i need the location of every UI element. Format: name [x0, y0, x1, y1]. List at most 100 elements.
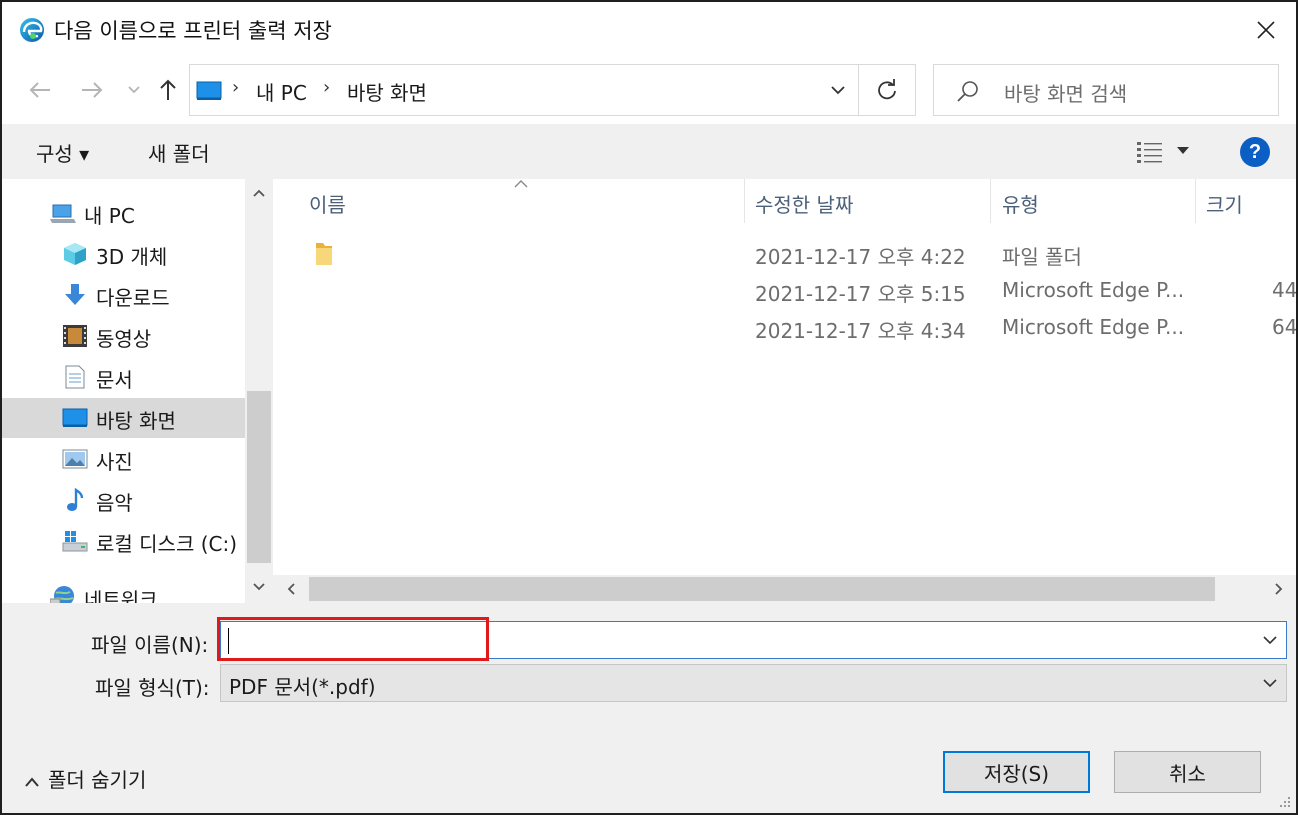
- nav-label: 3D 개체: [96, 245, 168, 269]
- help-icon[interactable]: ?: [1240, 137, 1270, 167]
- scroll-left-button[interactable]: [277, 575, 305, 603]
- nav-label: 바탕 화면: [96, 409, 176, 433]
- address-dropdown-button[interactable]: [818, 65, 858, 115]
- chevron-up-icon: [253, 189, 265, 197]
- pictures-icon: [62, 449, 88, 469]
- search-box[interactable]: 바탕 화면 검색: [933, 64, 1279, 116]
- refresh-button[interactable]: [858, 65, 915, 115]
- refresh-icon: [878, 79, 896, 100]
- forward-button[interactable]: [76, 74, 108, 106]
- filetype-select[interactable]: PDF 문서(*.pdf): [220, 664, 1287, 702]
- download-icon: [65, 284, 85, 305]
- address-bar[interactable]: › 내 PC › 바탕 화면: [189, 64, 916, 116]
- navigation-pane: 내 PC 3D 개체 다운로드 동영상 문서 바탕 화면 사진 음악 로컬 디스…: [2, 179, 273, 603]
- 3d-objects-icon: [64, 243, 86, 265]
- column-header-type[interactable]: 유형: [1002, 179, 1039, 225]
- chevron-down-icon: [253, 583, 265, 591]
- arrow-left-icon: [29, 82, 50, 98]
- filetype-value: PDF 문서(*.pdf): [229, 675, 376, 699]
- close-icon: [1257, 21, 1275, 39]
- column-header-size[interactable]: 크기: [1206, 179, 1243, 225]
- recent-locations-button[interactable]: [118, 74, 150, 106]
- save-dialog: 다음 이름으로 프린터 출력 저장 › 내 PC › 바탕 화면 바탕 화면 검…: [0, 0, 1298, 815]
- file-size: 64: [1272, 315, 1296, 339]
- title-bar: 다음 이름으로 프린터 출력 저장: [2, 2, 1296, 58]
- nav-item-pictures[interactable]: 사진: [2, 439, 245, 479]
- close-button[interactable]: [1236, 2, 1296, 58]
- file-list: 이름 수정한 날짜 유형 크기 2021-12-17 오후 4:22 파일 폴더…: [273, 179, 1296, 603]
- table-row[interactable]: 2021-12-17 오후 5:15 Microsoft Edge P... 4…: [273, 272, 1296, 309]
- video-icon: [63, 325, 87, 347]
- scroll-thumb[interactable]: [247, 391, 271, 563]
- up-button[interactable]: [152, 74, 184, 106]
- filetype-label: 파일 형식(T):: [95, 676, 210, 700]
- hide-folders-label: 폴더 숨기기: [48, 768, 147, 792]
- nav-item-videos[interactable]: 동영상: [2, 316, 245, 356]
- nav-item-local-disk[interactable]: 로컬 디스크 (C:): [2, 521, 245, 561]
- column-header-name[interactable]: 이름: [309, 179, 346, 225]
- nav-pane-scrollbar[interactable]: [245, 179, 273, 603]
- chevron-down-icon: [1263, 679, 1277, 688]
- document-icon: [65, 365, 85, 389]
- command-bar: 구성 ▾ 새 폴더 ?: [2, 124, 1296, 179]
- file-date: 2021-12-17 오후 5:15: [755, 282, 966, 306]
- nav-item-downloads[interactable]: 다운로드: [2, 275, 245, 315]
- file-type: Microsoft Edge P...: [1002, 278, 1185, 302]
- table-row[interactable]: 2021-12-17 오후 4:34 Microsoft Edge P... 6…: [273, 309, 1296, 346]
- nav-item-3d-objects[interactable]: 3D 개체: [2, 234, 245, 274]
- nav-item-network[interactable]: 네트워크: [2, 577, 245, 603]
- chevron-left-icon: [287, 583, 295, 595]
- column-divider[interactable]: [1195, 179, 1196, 223]
- column-divider[interactable]: [990, 179, 991, 223]
- caret-down-icon[interactable]: [1176, 146, 1190, 156]
- scroll-down-button[interactable]: [245, 573, 273, 601]
- column-header-date[interactable]: 수정한 날짜: [755, 179, 853, 225]
- nav-label: 네트워크: [84, 588, 158, 603]
- table-row[interactable]: 2021-12-17 오후 4:22 파일 폴더: [273, 235, 1296, 272]
- scroll-right-button[interactable]: [1265, 575, 1293, 603]
- chevron-down-icon[interactable]: [1262, 632, 1278, 648]
- breadcrumb-my-pc[interactable]: 내 PC: [256, 77, 307, 106]
- nav-label: 문서: [96, 368, 133, 392]
- nav-item-my-pc[interactable]: 내 PC: [2, 193, 245, 233]
- hide-folders-button[interactable]: 폴더 숨기기: [24, 764, 146, 793]
- scroll-thumb[interactable]: [309, 577, 1215, 601]
- edge-icon: [20, 18, 44, 42]
- save-button[interactable]: 저장(S): [943, 751, 1090, 793]
- file-size: 44: [1272, 278, 1296, 302]
- nav-item-documents[interactable]: 문서: [2, 357, 245, 397]
- disk-icon: [62, 531, 88, 552]
- resize-grip-icon[interactable]: [1278, 795, 1292, 809]
- cancel-button[interactable]: 취소: [1114, 751, 1261, 793]
- view-options-icon[interactable]: [1136, 140, 1164, 164]
- filename-label: 파일 이름(N):: [91, 633, 209, 657]
- horizontal-scrollbar[interactable]: [273, 575, 1296, 603]
- file-type: Microsoft Edge P...: [1002, 315, 1185, 339]
- organize-button[interactable]: 구성 ▾: [36, 138, 89, 167]
- desktop-icon: [62, 408, 88, 427]
- breadcrumb-separator: ›: [232, 77, 240, 98]
- breadcrumb-desktop[interactable]: 바탕 화면: [347, 77, 427, 106]
- back-button[interactable]: [24, 74, 56, 106]
- desktop-icon: [196, 81, 222, 100]
- file-date: 2021-12-17 오후 4:34: [755, 319, 966, 343]
- nav-label: 동영상: [96, 327, 152, 351]
- nav-label: 내 PC: [84, 204, 135, 228]
- arrow-right-icon: [82, 82, 103, 98]
- chevron-up-icon: [25, 776, 39, 787]
- file-date: 2021-12-17 오후 4:22: [755, 245, 966, 269]
- nav-item-music[interactable]: 음악: [2, 480, 245, 520]
- new-folder-button[interactable]: 새 폴더: [148, 138, 210, 167]
- nav-item-desktop[interactable]: 바탕 화면: [2, 398, 245, 438]
- search-input[interactable]: 바탕 화면 검색: [1004, 78, 1127, 107]
- sort-ascending-icon: [514, 180, 528, 188]
- nav-label: 음악: [96, 491, 133, 515]
- search-icon: [957, 81, 978, 102]
- arrow-up-icon: [160, 79, 176, 100]
- nav-label: 사진: [96, 450, 133, 474]
- nav-label: 다운로드: [96, 286, 170, 310]
- chevron-right-icon: [1275, 583, 1283, 595]
- file-type: 파일 폴더: [1002, 245, 1082, 269]
- column-divider[interactable]: [744, 179, 745, 223]
- scroll-up-button[interactable]: [245, 179, 273, 207]
